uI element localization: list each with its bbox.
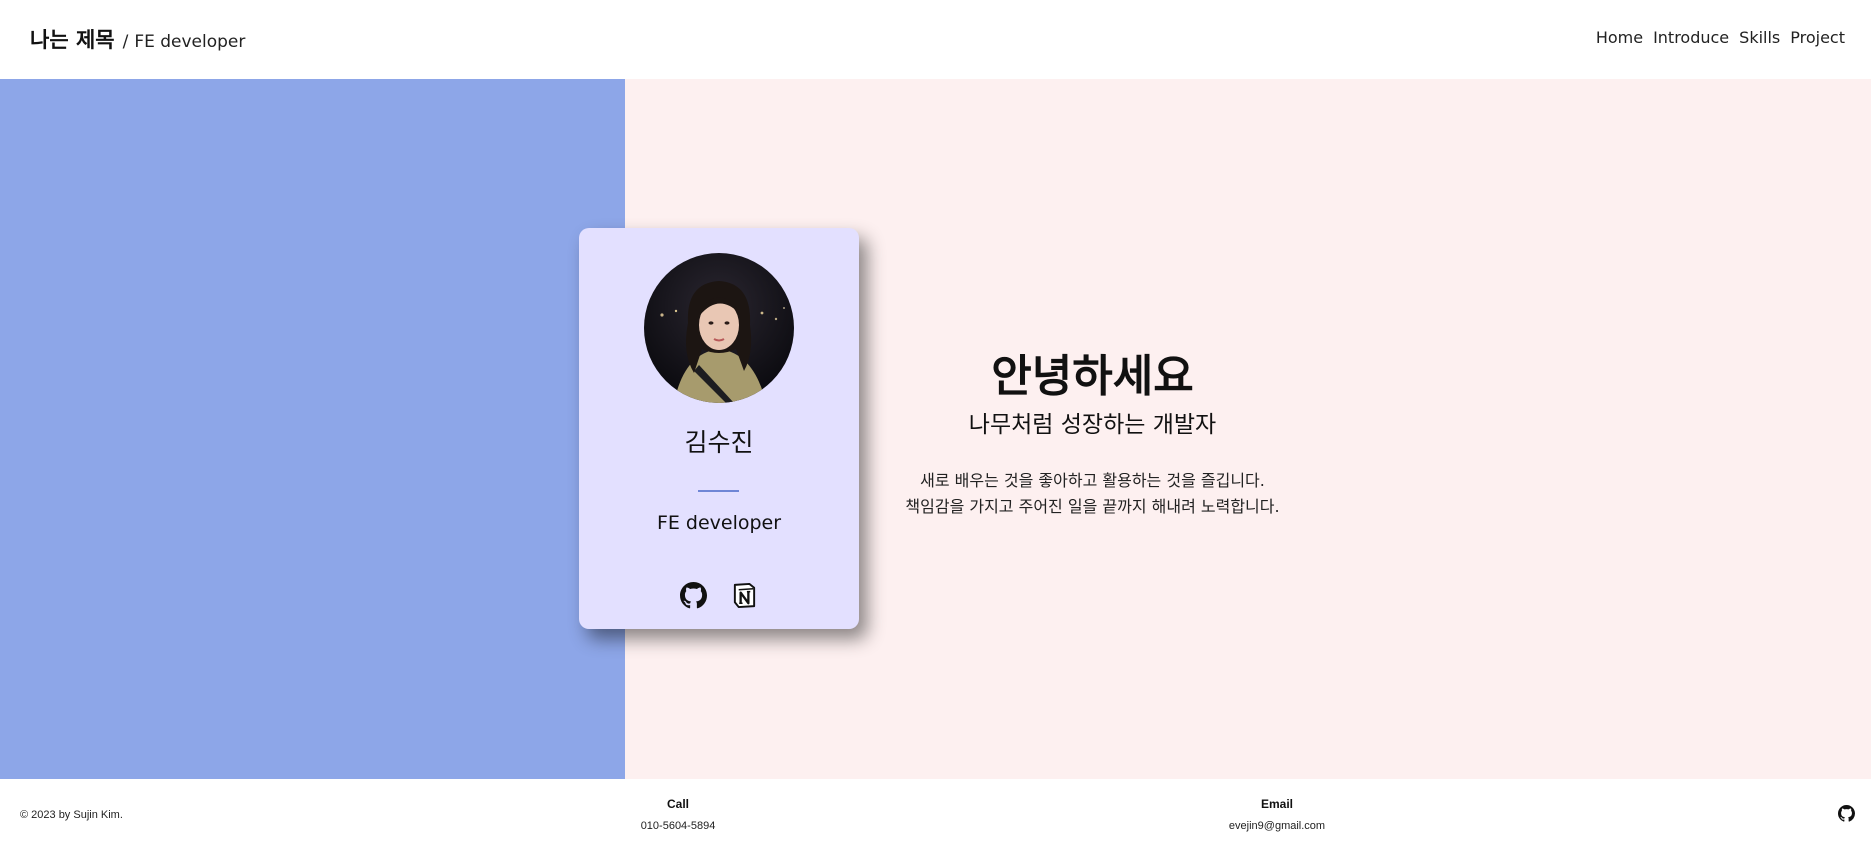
intro-title: 안녕하세요 bbox=[991, 351, 1194, 402]
title-separator: / bbox=[122, 32, 129, 52]
call-label: Call bbox=[666, 797, 689, 811]
github-icon[interactable] bbox=[680, 582, 707, 609]
copyright: © 2023 by Sujin Kim. bbox=[20, 809, 123, 821]
brand[interactable]: 나는 제목 / FE developer bbox=[30, 24, 245, 54]
card-social-links bbox=[579, 582, 859, 609]
site-header: 나는 제목 / FE developer Home Introduce Skil… bbox=[0, 0, 1871, 79]
site-subtitle: FE developer bbox=[134, 32, 246, 52]
github-icon[interactable] bbox=[1838, 805, 1855, 822]
hero-left-panel bbox=[0, 79, 625, 779]
site-footer: © 2023 by Sujin Kim. Call 010-5604-5894 … bbox=[0, 779, 1871, 855]
nav-project[interactable]: Project bbox=[1790, 28, 1845, 47]
contact-email: Email evejin9@gmail.com bbox=[1177, 797, 1377, 832]
nav-introduce[interactable]: Introduce bbox=[1653, 28, 1729, 47]
nav-home[interactable]: Home bbox=[1596, 28, 1643, 47]
email-label: Email bbox=[1260, 797, 1293, 811]
intro-subtitle: 나무처럼 성장하는 개발자 bbox=[968, 412, 1217, 438]
notion-icon[interactable] bbox=[731, 582, 758, 609]
contact-call: Call 010-5604-5894 bbox=[578, 797, 778, 832]
hero-section: 김수진 FE developer 안녕하세요 나무처럼 성장하는 개발자 새로 … bbox=[0, 79, 1871, 779]
main-nav: Home Introduce Skills Project bbox=[1596, 28, 1845, 47]
nav-skills[interactable]: Skills bbox=[1739, 28, 1780, 47]
intro-line-1: 새로 배우는 것을 좋아하고 활용하는 것을 즐깁니다. bbox=[920, 471, 1265, 490]
site-title: 나는 제목 bbox=[30, 28, 115, 52]
call-number: 010-5604-5894 bbox=[640, 820, 716, 832]
intro-line-2: 책임감을 가지고 주어진 일을 끝까지 해내려 노력합니다. bbox=[905, 497, 1280, 516]
email-address: evejin9@gmail.com bbox=[1228, 820, 1326, 832]
